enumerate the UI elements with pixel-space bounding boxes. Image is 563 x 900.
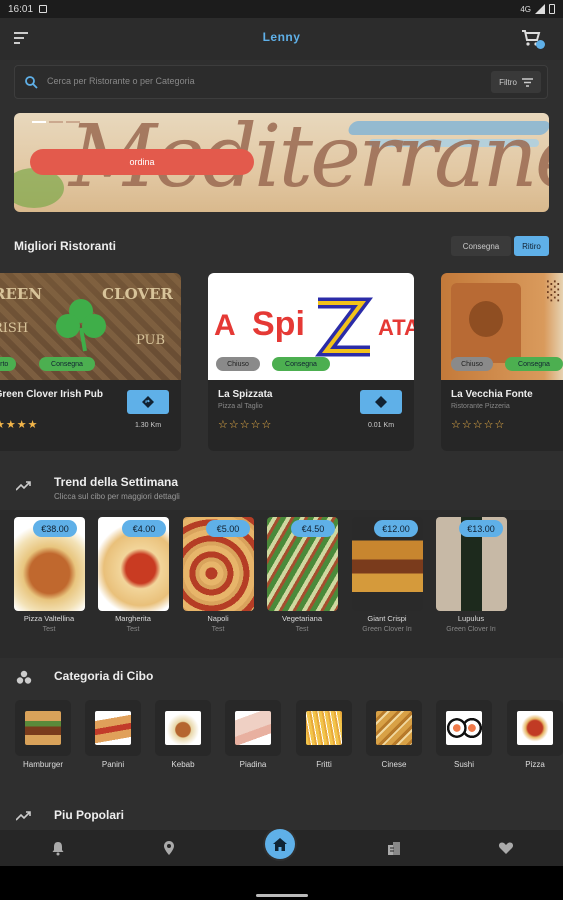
price-badge: €4.50	[291, 520, 335, 537]
app-title: Lenny	[262, 30, 301, 44]
category-label: Kebab	[171, 760, 195, 769]
closed-badge: Chiuso	[216, 357, 260, 371]
category-label: Piadina	[239, 760, 267, 769]
trend-item-place: Test	[211, 626, 225, 633]
trending-icon	[16, 481, 31, 491]
order-button[interactable]: ordina	[30, 149, 254, 175]
restaurant-subtitle: Pizza al Taglio	[218, 403, 263, 410]
restaurant-name: La Spizzata	[218, 389, 273, 400]
price-badge: €13.00	[459, 520, 503, 537]
trend-item-name: Pizza Valtellina	[23, 614, 75, 623]
distance-label: 1.30 Km	[134, 422, 162, 429]
filter-icon	[521, 77, 533, 87]
restaurants-title: Migliori Ristoranti	[14, 239, 116, 253]
cart-badge	[536, 40, 545, 49]
battery-icon	[549, 4, 555, 14]
directions-icon	[142, 396, 154, 408]
open-badge: Aperto	[0, 357, 16, 371]
restaurant-card[interactable]: REEN CLOVER RISH PUB Aperto Consegna Gre…	[0, 273, 181, 451]
signal-icon	[535, 4, 545, 14]
trending-icon	[16, 811, 31, 821]
restaurant-card[interactable]: ░ Chiuso Consegna La Vecchia Fonte Risto…	[441, 273, 563, 451]
trend-item-place: Test	[126, 626, 140, 633]
trend-item-name: Vegetariana	[281, 614, 323, 623]
category-label: Hamburger	[22, 760, 63, 769]
location-icon[interactable]	[161, 840, 177, 856]
restaurant-name: Green Clover Irish Pub	[0, 389, 103, 400]
category-cinese[interactable]	[366, 700, 422, 756]
trend-item-place: Test	[295, 626, 309, 633]
closed-badge: Chiuso	[451, 357, 493, 371]
price-badge: €5.00	[206, 520, 250, 537]
delivery-badge: Consegna	[272, 357, 330, 371]
trend-item-name: Lupulus	[457, 614, 485, 623]
price-badge: €12.00	[374, 520, 418, 537]
signal-label: 4G	[520, 4, 531, 14]
trend-item-name: Giant Crispi	[367, 614, 407, 623]
restaurant-card[interactable]: A Spi ATA Chiuso Consegna La Spizzata Pi…	[208, 273, 414, 451]
rating-stars: ☆☆☆☆☆	[218, 419, 273, 431]
status-time: 16:01	[8, 3, 34, 15]
restaurant-name: La Vecchia Fonte	[451, 389, 533, 400]
rating-stars: ☆☆☆☆☆	[451, 419, 506, 431]
price-badge: €4.00	[122, 520, 166, 537]
cart-icon[interactable]	[521, 29, 545, 49]
system-nav-bar	[0, 866, 563, 900]
restaurant-subtitle: Ristorante Pizzeria	[451, 403, 510, 410]
category-title: Categoria di Cibo	[54, 669, 154, 683]
category-hamburger[interactable]	[15, 700, 71, 756]
category-piadina[interactable]	[225, 700, 281, 756]
trend-item-name: Margherita	[115, 614, 151, 623]
trend-item-name: Napoli	[207, 614, 229, 623]
rating-stars: ★★★★	[0, 419, 39, 431]
chip-pickup[interactable]: Ritiro	[514, 236, 549, 256]
category-label: Panini	[101, 760, 125, 769]
spizzata-logo-icon	[315, 297, 373, 357]
category-label: Cinese	[381, 760, 407, 769]
popular-title: Piu Popolari	[54, 808, 125, 822]
trend-item-place: Test	[42, 626, 56, 633]
app-screen: 16:01 4G Lenny Cerca per Ristorante o pe…	[0, 0, 563, 900]
category-kebab[interactable]	[155, 700, 211, 756]
orders-icon[interactable]	[386, 840, 402, 856]
chip-delivery[interactable]: Consegna	[451, 236, 511, 256]
gesture-handle[interactable]	[256, 894, 308, 897]
category-sushi[interactable]	[436, 700, 492, 756]
trend-subtitle: Clicca sul cibo per maggiori dettagli	[54, 492, 180, 501]
home-button[interactable]	[265, 829, 295, 859]
delivery-badge: Consegna	[505, 357, 563, 371]
promo-banner[interactable]: Mediterraneo ordina	[14, 113, 549, 212]
trend-title: Trend della Settimana	[54, 475, 179, 489]
trend-item-place: Green Clover Iri	[446, 626, 496, 633]
status-bar: 16:01 4G	[0, 0, 563, 18]
home-icon	[273, 837, 287, 851]
category-panini[interactable]	[85, 700, 141, 756]
directions-icon	[375, 396, 387, 408]
search-input[interactable]: Cerca per Ristorante o per Categoria	[47, 76, 195, 86]
banner-page-indicator	[32, 121, 80, 123]
notification-icon	[39, 5, 48, 13]
favorites-heart-icon[interactable]	[498, 840, 514, 856]
category-label: Fritti	[316, 760, 332, 769]
category-fritti[interactable]	[296, 700, 352, 756]
directions-button[interactable]	[360, 390, 402, 414]
category-pizza[interactable]	[507, 700, 563, 756]
delivery-badge: Consegna	[39, 357, 95, 371]
search-bar[interactable]: Cerca per Ristorante o per Categoria Fil…	[14, 65, 548, 99]
shamrock-icon	[56, 299, 106, 352]
trend-item-place: Green Clover Iri	[362, 626, 412, 633]
category-icon	[16, 670, 32, 684]
notifications-icon[interactable]	[50, 840, 66, 856]
filter-label: Filtro	[499, 77, 517, 87]
search-icon	[25, 76, 38, 89]
distance-label: 0.01 Km	[367, 422, 395, 429]
filter-button[interactable]: Filtro	[491, 71, 541, 93]
category-label: Pizza	[525, 760, 545, 769]
price-badge: €38.00	[33, 520, 77, 537]
directions-button[interactable]	[127, 390, 169, 414]
app-bar: Lenny	[0, 18, 563, 60]
status-icons: 4G	[520, 4, 555, 14]
category-label: Sushi	[453, 760, 474, 769]
